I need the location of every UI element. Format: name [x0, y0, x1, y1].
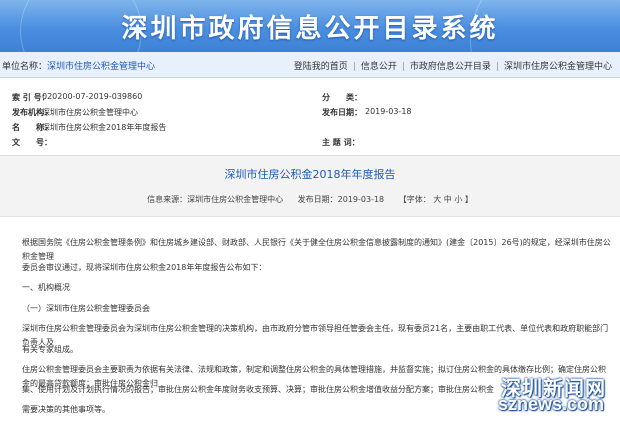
site-title: 深圳市政府信息公开目录系统: [121, 14, 499, 44]
nav-link-center[interactable]: 深圳市住房公积金管理中心: [504, 62, 612, 72]
category-label: 分 类：: [322, 93, 362, 102]
meta-row: 文 号： 主 题 词：: [0, 137, 620, 151]
unit-label: 单位名称：: [2, 62, 48, 72]
paragraph: 一、机构概况: [22, 283, 70, 292]
nav-link-info-public[interactable]: 信息公开: [361, 62, 397, 72]
watermark-en: sznews.com: [497, 394, 604, 414]
index-value: 020200-07-2019-039860: [42, 92, 143, 101]
font-size-switch[interactable]: 【字体： 大 中 小 】: [399, 195, 473, 204]
paragraph: 有关专家组成。: [22, 345, 78, 354]
article-header: 深圳市住房公积金2018年年度报告 信息来源：深圳市住房公积金管理中心 发布日期…: [0, 155, 620, 217]
org-value: 深圳市住房公积金管理中心: [42, 108, 138, 117]
article-title: 深圳市住房公积金2018年年度报告: [224, 168, 396, 181]
name-value: 深圳市住房公积金2018年年度报告: [42, 123, 167, 132]
watermark-logo: 深圳新闻网 sznews.com: [440, 372, 610, 418]
keyword-label: 主 题 词：: [322, 138, 360, 147]
nav-links: 登陆我的首页 | 信息公开 | 市政府信息公开目录 | 深圳市住房公积金管理中心: [294, 59, 612, 72]
nav-separator: |: [352, 62, 356, 72]
unit-name: 单位名称：深圳市住房公积金管理中心: [2, 59, 155, 72]
docno-label: 文 号：: [12, 138, 52, 147]
nav-link-home[interactable]: 登陆我的首页: [294, 62, 348, 72]
paragraph: 委员会审议通过，现将深圳市住房公积金2018年年度报告公布如下：: [22, 263, 267, 272]
nav-separator: |: [401, 62, 405, 72]
meta-row: 发布机构： 深圳市住房公积金管理中心 发布日期： 2019-03-18: [0, 107, 620, 121]
meta-row: 名 称： 深圳市住房公积金2018年年度报告: [0, 122, 620, 136]
article-source: 信息来源：深圳市住房公积金管理中心: [147, 195, 284, 204]
paragraph: （一）深圳市住房公积金管理委员会: [22, 304, 150, 313]
date-label: 发布日期：: [322, 108, 362, 117]
meta-row: 索 引 号： 020200-07-2019-039860 分 类：: [0, 92, 620, 106]
article-info: 信息来源：深圳市住房公积金管理中心 发布日期：2019-03-18 【字体： 大…: [0, 194, 620, 205]
paragraph: 根据国务院《住房公积金管理条例》和住房城乡建设部、财政部、人民银行《关于健全住房…: [22, 238, 611, 261]
article-date: 发布日期：2019-03-18: [297, 195, 385, 204]
nav-bar: 单位名称：深圳市住房公积金管理中心 登陆我的首页 | 信息公开 | 市政府信息公开目录 |…: [0, 52, 620, 78]
site-banner: 深圳市政府信息公开目录系统: [0, 0, 620, 52]
unit-link[interactable]: 深圳市住房公积金管理中心: [47, 62, 155, 72]
nav-link-directory[interactable]: 市政府信息公开目录: [410, 62, 491, 72]
date-value: 2019-03-18: [365, 107, 412, 116]
nav-separator: |: [495, 62, 499, 72]
